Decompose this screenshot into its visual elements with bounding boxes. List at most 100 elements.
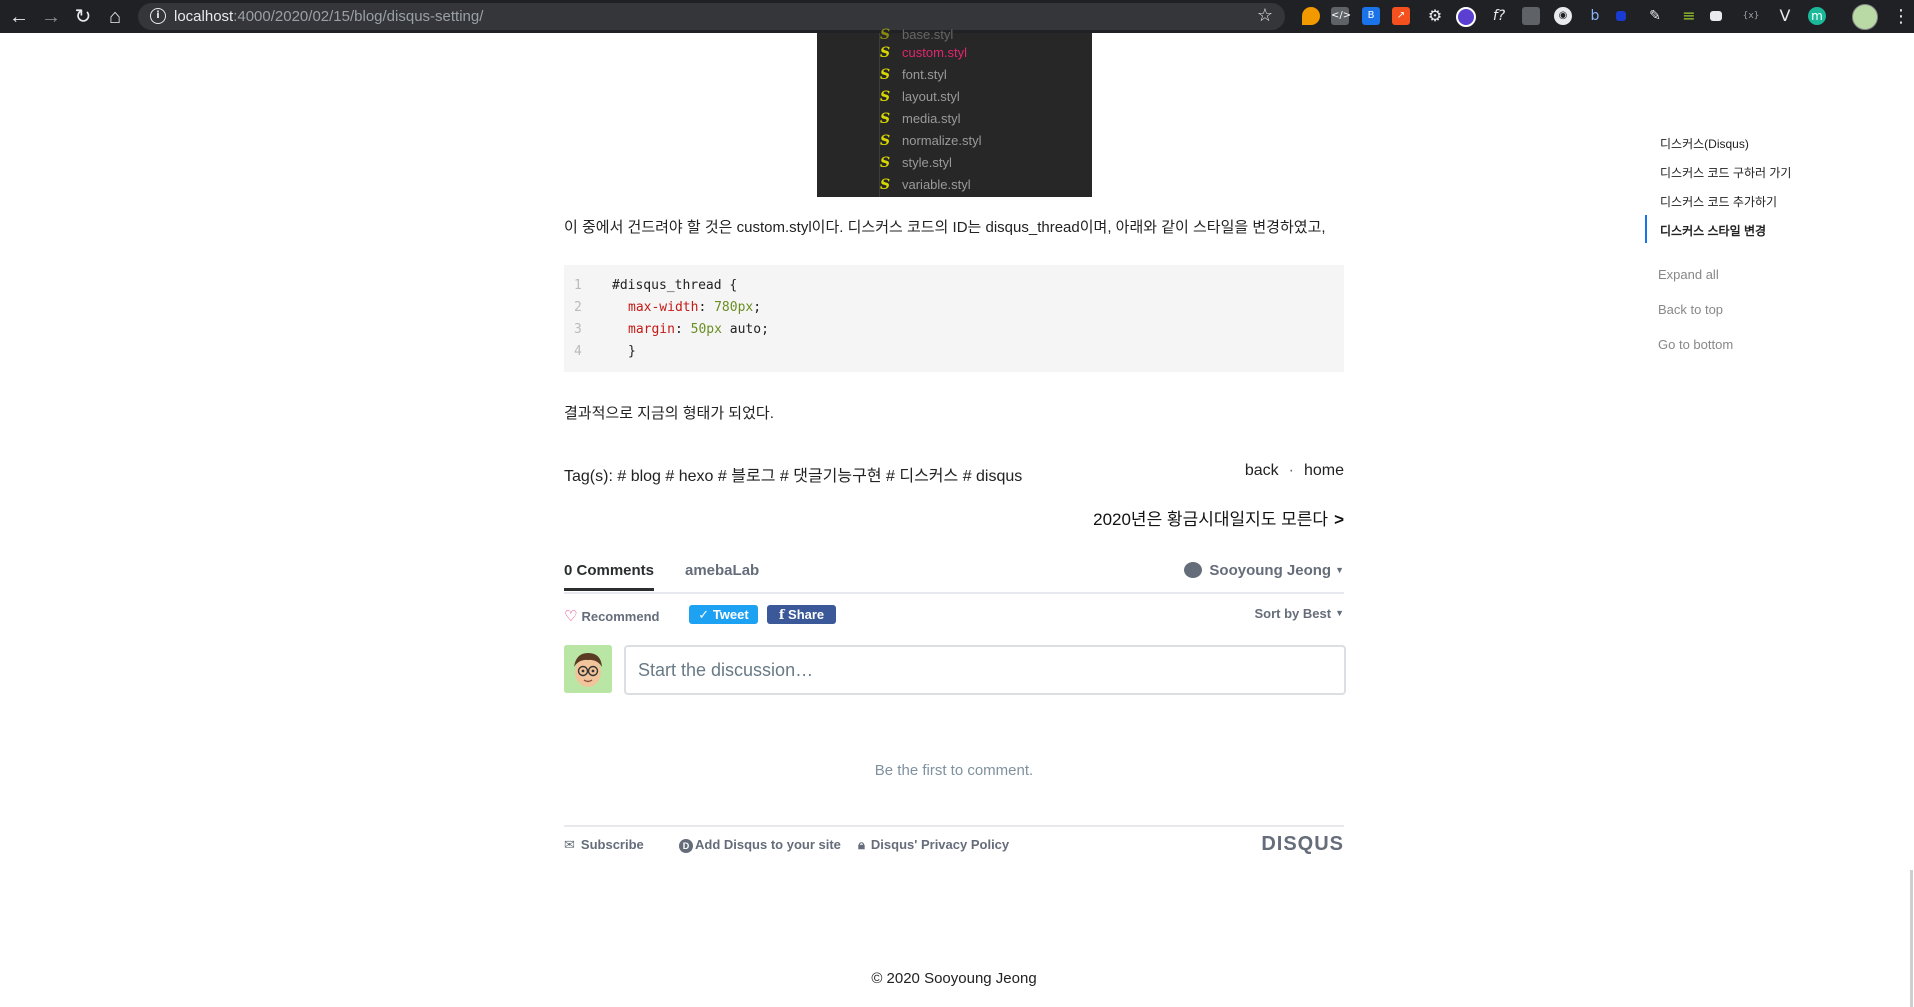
- stylus-icon: S: [880, 133, 891, 149]
- copyright: © 2020 Sooyoung Jeong: [871, 970, 1037, 987]
- code-line-3: margin: 50px auto;: [628, 322, 769, 337]
- tag-link[interactable]: # 블로그: [718, 468, 776, 485]
- extension-icon-2[interactable]: </>: [1331, 7, 1351, 25]
- vue-extension-icon[interactable]: V: [1776, 7, 1794, 25]
- article-paragraph-2: 결과적으로 지금의 형태가 되었다.: [564, 405, 774, 422]
- toc-item[interactable]: 디스커스 코드 추가하기: [1660, 193, 1777, 210]
- heart-icon: ♡: [564, 608, 578, 625]
- extension-icon-8[interactable]: [1522, 7, 1540, 25]
- extension-icon-3[interactable]: B: [1362, 7, 1380, 25]
- pen-extension-icon[interactable]: ✎: [1646, 7, 1664, 25]
- toc-active-indicator: [1645, 215, 1647, 243]
- go-to-bottom-link[interactable]: Go to bottom: [1658, 337, 1733, 352]
- file-tree-item: Svariable.styl: [880, 174, 971, 196]
- disqus-d-icon: D: [679, 839, 693, 853]
- file-tree-item: Smedia.styl: [880, 108, 961, 130]
- chevron-down-icon: ▼: [1335, 608, 1344, 618]
- tweet-button[interactable]: ✓ Tweet: [689, 605, 758, 624]
- reload-icon[interactable]: ↻: [70, 4, 96, 30]
- file-tree-item: Scustom.styl: [880, 42, 967, 64]
- extension-icon-4[interactable]: ↗: [1392, 7, 1410, 25]
- extension-icon-10[interactable]: b: [1586, 7, 1604, 25]
- forward-arrow-icon[interactable]: →: [38, 4, 64, 30]
- chevron-down-icon: ▼: [1335, 565, 1344, 575]
- extension-icon-11[interactable]: [1616, 11, 1626, 21]
- stylus-icon: S: [880, 45, 891, 61]
- code-line-4: }: [628, 344, 636, 359]
- extension-icon-15[interactable]: {x}: [1742, 7, 1760, 25]
- tag-link[interactable]: # disqus: [963, 468, 1023, 485]
- tab-forum[interactable]: amebaLab: [685, 562, 759, 579]
- article-paragraph-1: 이 중에서 건드려야 할 것은 custom.styl이다. 디스커스 코드의 …: [564, 219, 1326, 236]
- address-bar[interactable]: i localhost:4000/2020/02/15/blog/disqus-…: [138, 3, 1285, 30]
- browser-toolbar: ← → ↻ ⌂ i localhost:4000/2020/02/15/blog…: [0, 0, 1914, 33]
- file-tree-screenshot: Sbase.styl Scustom.styl Sfont.styl Slayo…: [817, 27, 1092, 197]
- line-number: 3: [574, 322, 582, 337]
- stylus-icon: S: [880, 111, 891, 127]
- toc-item[interactable]: 디스커스(Disqus): [1660, 135, 1749, 152]
- tab-comments[interactable]: 0 Comments: [564, 562, 655, 591]
- back-link[interactable]: back: [1245, 462, 1279, 479]
- privacy-policy-link[interactable]: 🔒︎ Disqus' Privacy Policy: [858, 837, 1009, 853]
- extension-icon-1[interactable]: [1302, 7, 1320, 25]
- code-line-1: #disqus_thread {: [612, 278, 738, 293]
- notification-bubble-icon: [1184, 562, 1203, 578]
- file-tree-item: Sfont.styl: [880, 64, 947, 86]
- facebook-icon: f: [778, 608, 785, 623]
- expand-all-link[interactable]: Expand all: [1658, 267, 1719, 282]
- subscribe-link[interactable]: ✉ Subscribe: [564, 837, 644, 853]
- scrollbar-thumb[interactable]: [1910, 870, 1913, 1007]
- extension-icon-13[interactable]: ≡: [1680, 7, 1698, 25]
- disqus-logo[interactable]: DISQUS: [1261, 833, 1344, 856]
- back-arrow-icon[interactable]: ←: [6, 4, 32, 30]
- back-to-top-link[interactable]: Back to top: [1658, 302, 1723, 317]
- tag-link[interactable]: # hexo: [665, 468, 713, 485]
- memoji-avatar-icon: [564, 645, 612, 693]
- line-number: 4: [574, 344, 582, 359]
- comment-composer[interactable]: [624, 645, 1346, 695]
- extension-icon-17[interactable]: m: [1808, 7, 1826, 25]
- gear-extension-icon[interactable]: ⚙: [1426, 7, 1444, 25]
- file-tree-item: Snormalize.styl: [880, 130, 981, 152]
- stylus-icon: S: [880, 155, 891, 171]
- extension-icon-14[interactable]: [1710, 11, 1722, 21]
- discussion-input[interactable]: [626, 647, 1340, 693]
- line-number: 2: [574, 300, 582, 315]
- empty-comments-message: Be the first to comment.: [874, 762, 1034, 779]
- recommend-button[interactable]: ♡ Recommend: [564, 607, 659, 625]
- url-text[interactable]: localhost:4000/2020/02/15/blog/disqus-se…: [174, 8, 483, 25]
- line-number: 1: [574, 278, 582, 293]
- file-tree-item: Sstyle.styl: [880, 152, 952, 174]
- extension-icon-6[interactable]: [1456, 7, 1476, 27]
- stylus-icon: S: [880, 177, 891, 193]
- post-navigation: back · home: [1245, 462, 1344, 480]
- toc-item-active[interactable]: 디스커스 스타일 변경: [1660, 222, 1766, 239]
- home-icon[interactable]: ⌂: [102, 4, 128, 30]
- user-name: Sooyoung Jeong: [1209, 562, 1332, 579]
- tag-link[interactable]: # blog: [617, 468, 661, 485]
- home-link[interactable]: home: [1304, 462, 1344, 479]
- toc-item[interactable]: 디스커스 코드 구하러 가기: [1660, 164, 1791, 181]
- tag-link[interactable]: # 댓글기능구현: [780, 468, 882, 485]
- info-icon[interactable]: i: [150, 8, 166, 24]
- disqus-tab-bar: 0 Comments amebaLab Sooyoung Jeong ▼: [564, 560, 1344, 594]
- stylus-icon: S: [880, 67, 891, 83]
- user-menu[interactable]: Sooyoung Jeong ▼: [1184, 562, 1344, 579]
- disqus-actions: ♡ Recommend ✓ Tweet f Share Sort by Best ▼: [564, 604, 1344, 628]
- avatar[interactable]: [564, 645, 612, 693]
- more-menu-icon[interactable]: ⋮: [1892, 5, 1910, 27]
- profile-avatar[interactable]: [1852, 4, 1878, 30]
- tag-list: Tag(s): # blog # hexo # 블로그 # 댓글기능구현 # 디…: [564, 462, 1022, 486]
- disqus-footer: ✉ Subscribe D Add Disqus to your site 🔒︎ Di…: [564, 825, 1344, 857]
- function-extension-icon[interactable]: f?: [1490, 7, 1508, 25]
- add-disqus-link[interactable]: D Add Disqus to your site: [679, 837, 841, 853]
- tag-link[interactable]: # 디스커스: [886, 468, 958, 485]
- bookmark-star-icon[interactable]: ☆: [1257, 5, 1273, 26]
- share-button[interactable]: f Share: [767, 605, 836, 624]
- stylus-icon: S: [880, 89, 891, 105]
- envelope-icon: ✉: [564, 837, 575, 852]
- next-post-link[interactable]: 2020년은 황금시대일지도 모른다 >: [1093, 505, 1344, 530]
- separator-dot: ·: [1288, 462, 1294, 479]
- eye-extension-icon[interactable]: ◉: [1554, 7, 1572, 25]
- sort-dropdown[interactable]: Sort by Best ▼: [1255, 606, 1345, 621]
